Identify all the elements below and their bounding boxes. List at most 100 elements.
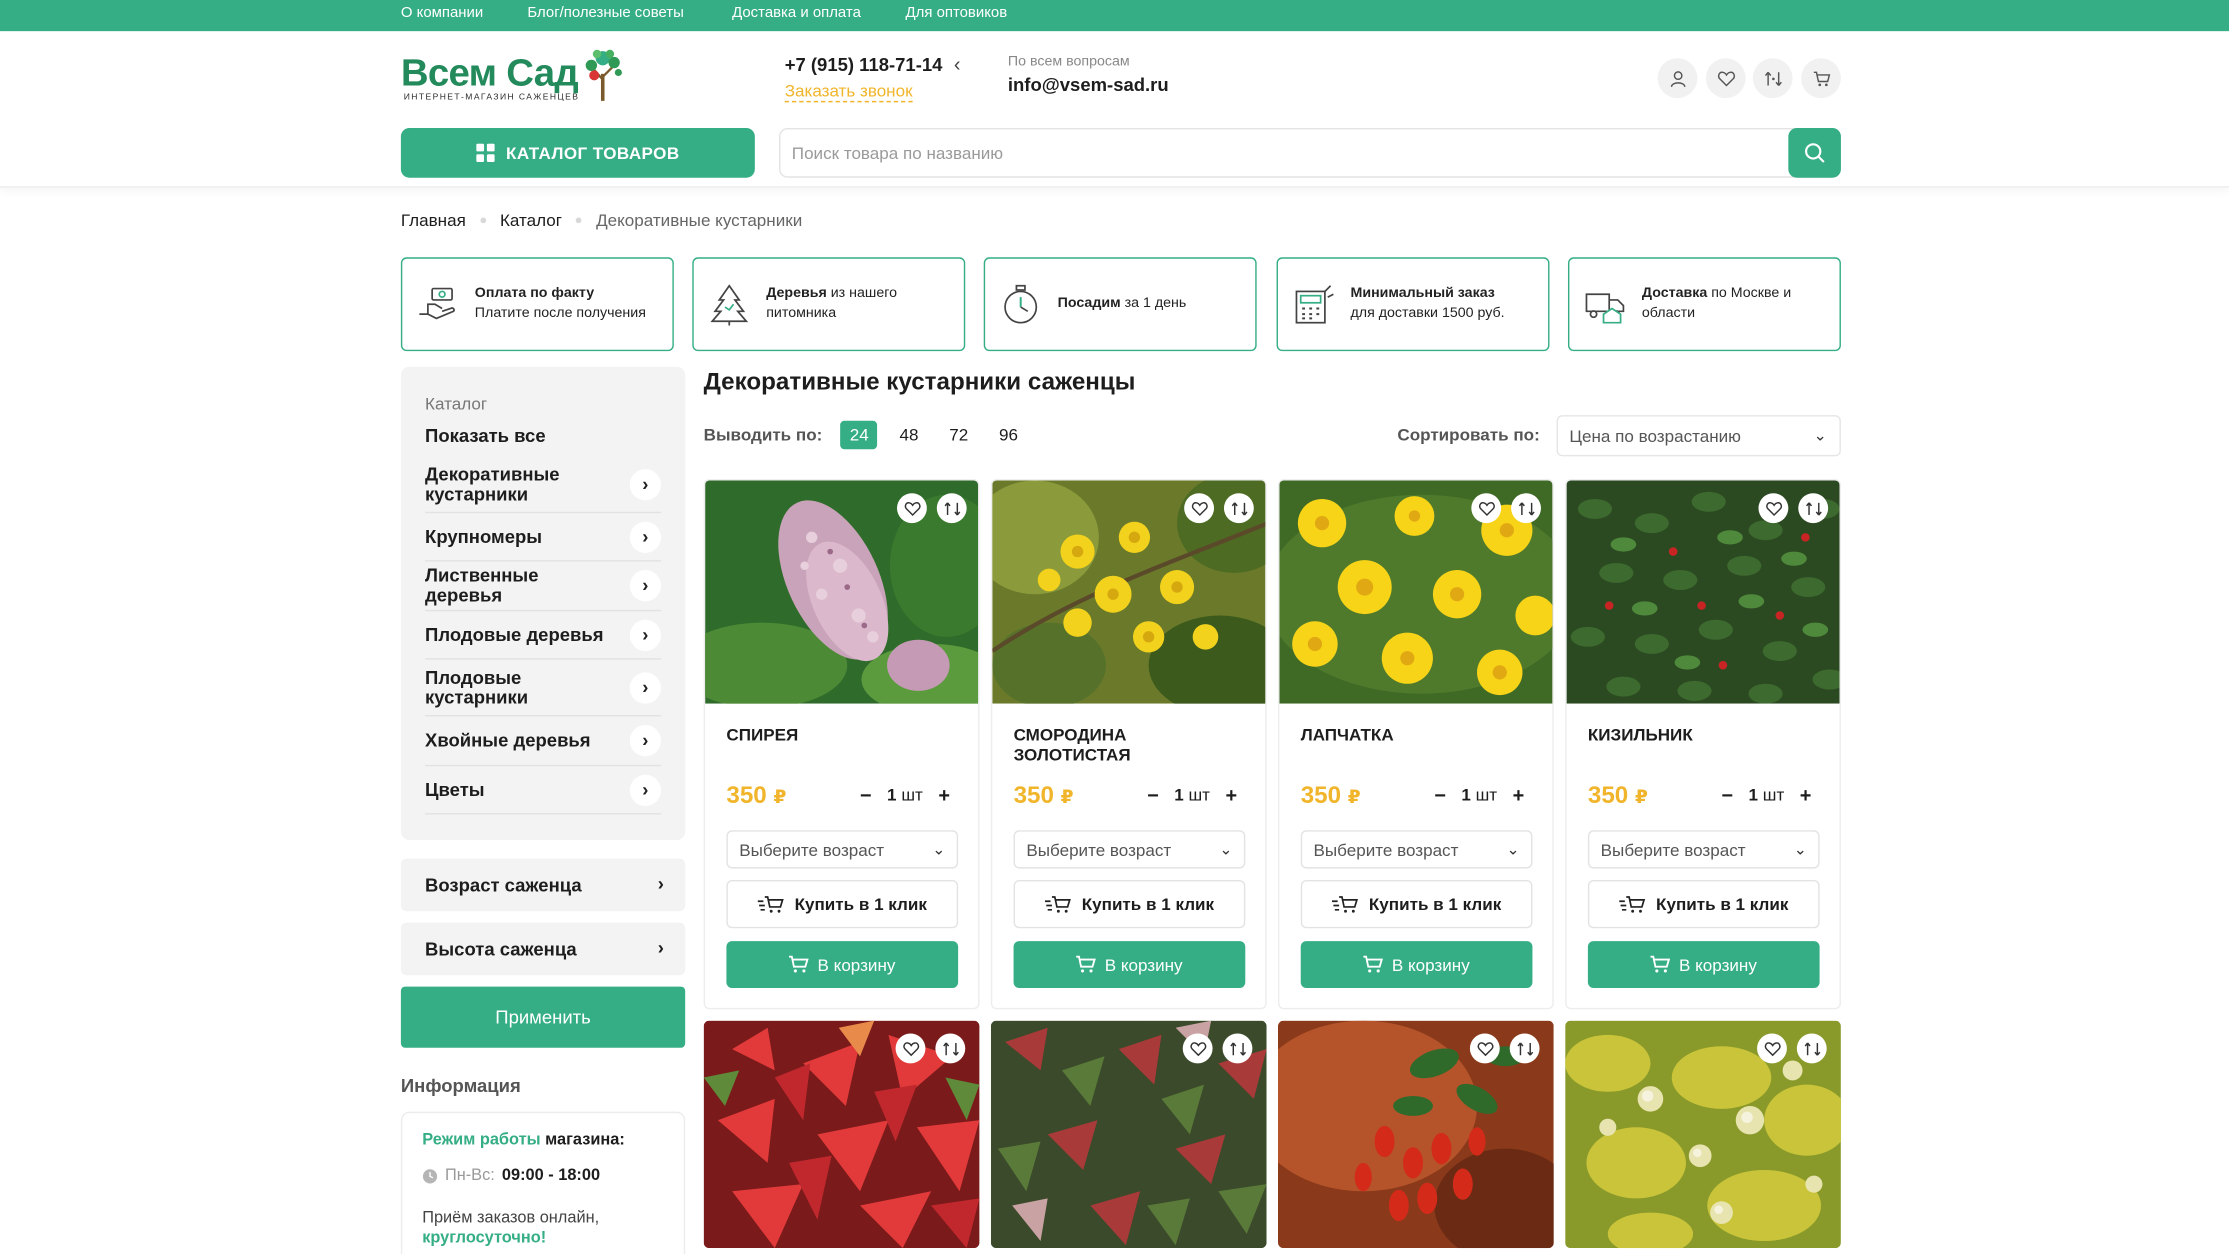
one-click-buy-button[interactable]: Купить в 1 клик xyxy=(1587,879,1820,929)
age-select[interactable]: Выберите возраст ⌄ xyxy=(1300,830,1533,869)
sidebar-show-all[interactable]: Показать все xyxy=(425,425,546,446)
one-click-buy-button[interactable]: Купить в 1 клик xyxy=(1300,879,1533,929)
per-page-option[interactable]: 24 xyxy=(840,420,878,450)
add-to-favorites-button[interactable] xyxy=(1757,1033,1787,1064)
minus-icon[interactable]: − xyxy=(1714,783,1740,806)
apply-button[interactable]: Применить xyxy=(400,986,686,1048)
price-value: 350 xyxy=(726,781,767,809)
add-to-compare-button[interactable] xyxy=(1509,1033,1540,1064)
sidebar-item-deciduous-trees[interactable]: Лиственные деревья › xyxy=(425,562,662,612)
search-input[interactable] xyxy=(791,140,1759,167)
chevron-right-icon[interactable]: › xyxy=(629,469,662,501)
plus-icon[interactable]: + xyxy=(1793,783,1819,806)
add-to-compare-button[interactable] xyxy=(1222,1033,1253,1064)
add-to-favorites-button[interactable] xyxy=(1469,1033,1500,1064)
age-select[interactable]: Выберите возраст ⌄ xyxy=(1013,830,1246,869)
breadcrumb-home[interactable]: Главная xyxy=(401,210,466,230)
filter-age[interactable]: Возраст саженца › xyxy=(400,858,686,912)
product-card[interactable] xyxy=(1565,1020,1841,1249)
add-to-favorites-button[interactable] xyxy=(1184,493,1215,524)
callback-link[interactable]: Заказать звонок xyxy=(784,81,913,103)
add-to-cart-button[interactable]: В корзину xyxy=(726,941,959,988)
filter-height[interactable]: Высота саженца › xyxy=(400,922,686,976)
topbar-link-wholesale[interactable]: Для оптовиков xyxy=(906,4,1008,21)
plus-icon[interactable]: + xyxy=(1506,783,1532,806)
phone-number[interactable]: +7 (915) 118-71-14 xyxy=(785,54,943,75)
account-button[interactable] xyxy=(1657,58,1698,99)
quantity-number: 1 xyxy=(1461,784,1471,805)
minus-icon[interactable]: − xyxy=(1140,783,1166,806)
minus-icon[interactable]: − xyxy=(853,783,879,806)
logo[interactable]: Всем Сад ИНТЕРНЕТ-МАГАЗИН САЖЕНЦЕВ xyxy=(401,49,628,108)
add-to-favorites-button[interactable] xyxy=(1471,493,1502,524)
sidebar-item-fruit-shrubs[interactable]: Плодовые кустарники › xyxy=(425,660,662,717)
chevron-right-icon[interactable]: › xyxy=(629,774,662,807)
add-to-compare-button[interactable] xyxy=(1798,493,1829,524)
topbar-link-blog[interactable]: Блог/полезные советы xyxy=(527,4,683,21)
heart-icon xyxy=(902,1041,919,1056)
age-select[interactable]: Выберите возраст ⌄ xyxy=(1587,830,1820,869)
chevron-right-icon[interactable]: › xyxy=(629,570,662,602)
product-name[interactable]: Спирея xyxy=(726,725,961,745)
add-to-compare-button[interactable] xyxy=(1223,493,1254,524)
add-to-compare-button[interactable] xyxy=(1511,493,1541,524)
sidebar-item-large-trees[interactable]: Крупномеры › xyxy=(425,513,662,562)
add-to-cart-button[interactable]: В корзину xyxy=(1587,941,1820,988)
add-to-favorites-button[interactable] xyxy=(1182,1033,1213,1064)
cart-button[interactable] xyxy=(1801,58,1841,99)
chevron-right-icon[interactable]: › xyxy=(629,521,662,553)
chevron-right-icon[interactable]: › xyxy=(629,619,662,652)
compare-button[interactable] xyxy=(1752,58,1793,99)
add-to-compare-button[interactable] xyxy=(936,493,967,524)
per-page-option[interactable]: 48 xyxy=(891,421,928,449)
one-click-buy-button[interactable]: Купить в 1 клик xyxy=(726,879,959,929)
cart-icon xyxy=(1650,955,1671,973)
plus-icon[interactable]: + xyxy=(1218,783,1244,806)
currency-symbol: ₽ xyxy=(1060,786,1074,808)
email-link[interactable]: info@vsem-sad.ru xyxy=(1008,74,1169,95)
per-page-option[interactable]: 72 xyxy=(940,421,977,449)
sidebar-item-decorative-shrubs[interactable]: Декоративные кустарники › xyxy=(425,456,662,514)
topbar-link-about[interactable]: О компании xyxy=(401,4,483,21)
topbar-link-delivery[interactable]: Доставка и оплата xyxy=(732,4,861,21)
favorites-button[interactable] xyxy=(1705,58,1746,99)
sidebar-item-fruit-trees[interactable]: Плодовые деревья › xyxy=(425,611,662,660)
heart-icon xyxy=(1476,1041,1493,1056)
chevron-left-icon[interactable]: ‹ xyxy=(954,53,961,76)
product-card[interactable]: Смородина золотистая 350 ₽ −1 шт + Выбери… xyxy=(990,479,1267,1010)
product-name[interactable]: Кизильник xyxy=(1588,725,1823,745)
chevron-right-icon[interactable]: › xyxy=(629,724,662,757)
add-to-favorites-button[interactable] xyxy=(895,1033,926,1064)
sort-select[interactable]: Цена по возрастанию ⌄ xyxy=(1556,415,1841,457)
product-card[interactable] xyxy=(1277,1020,1554,1249)
product-name[interactable]: Лапчатка xyxy=(1301,725,1536,745)
add-to-cart-button[interactable]: В корзину xyxy=(1013,941,1246,988)
age-placeholder: Выберите возраст xyxy=(1026,839,1172,860)
product-card[interactable]: Спирея 350 ₽ −1 шт + Выберите возраст ⌄ Ку… xyxy=(703,479,980,1010)
product-name[interactable]: Смородина золотистая xyxy=(1014,725,1249,765)
minus-icon[interactable]: − xyxy=(1427,783,1453,806)
breadcrumb-catalog[interactable]: Каталог xyxy=(500,210,562,230)
catalog-button[interactable]: КАТАЛОГ ТОВАРОВ xyxy=(400,127,755,178)
product-card[interactable] xyxy=(990,1020,1267,1249)
product-card[interactable]: Кизильник 350 ₽ −1 шт + Выберите возраст ⌄… xyxy=(1565,479,1841,1010)
product-card[interactable] xyxy=(703,1020,980,1249)
add-to-favorites-button[interactable] xyxy=(1758,493,1789,524)
chevron-down-icon: ⌄ xyxy=(1506,841,1520,859)
sidebar-item-conifers[interactable]: Хвойные деревья › xyxy=(425,716,662,767)
add-to-compare-button[interactable] xyxy=(1796,1033,1827,1064)
sidebar-item-flowers[interactable]: Цветы › xyxy=(425,766,662,815)
one-click-buy-button[interactable]: Купить в 1 клик xyxy=(1013,879,1246,929)
product-card[interactable]: Лапчатка 350 ₽ −1 шт + Выберите возраст ⌄ … xyxy=(1277,479,1554,1010)
add-to-compare-button[interactable] xyxy=(935,1033,966,1064)
age-select[interactable]: Выберите возраст ⌄ xyxy=(726,830,959,869)
plus-icon[interactable]: + xyxy=(931,783,957,806)
product-price: 350 ₽ xyxy=(1014,782,1074,810)
search-button[interactable] xyxy=(1788,127,1841,178)
add-to-favorites-button[interactable] xyxy=(897,493,927,524)
one-click-label: Купить в 1 клик xyxy=(1368,894,1502,915)
chevron-right-icon[interactable]: › xyxy=(629,672,662,704)
add-to-cart-button[interactable]: В корзину xyxy=(1300,941,1533,988)
per-page-option[interactable]: 96 xyxy=(990,421,1027,449)
sidebar-item-label: Хвойные деревья xyxy=(425,729,591,751)
